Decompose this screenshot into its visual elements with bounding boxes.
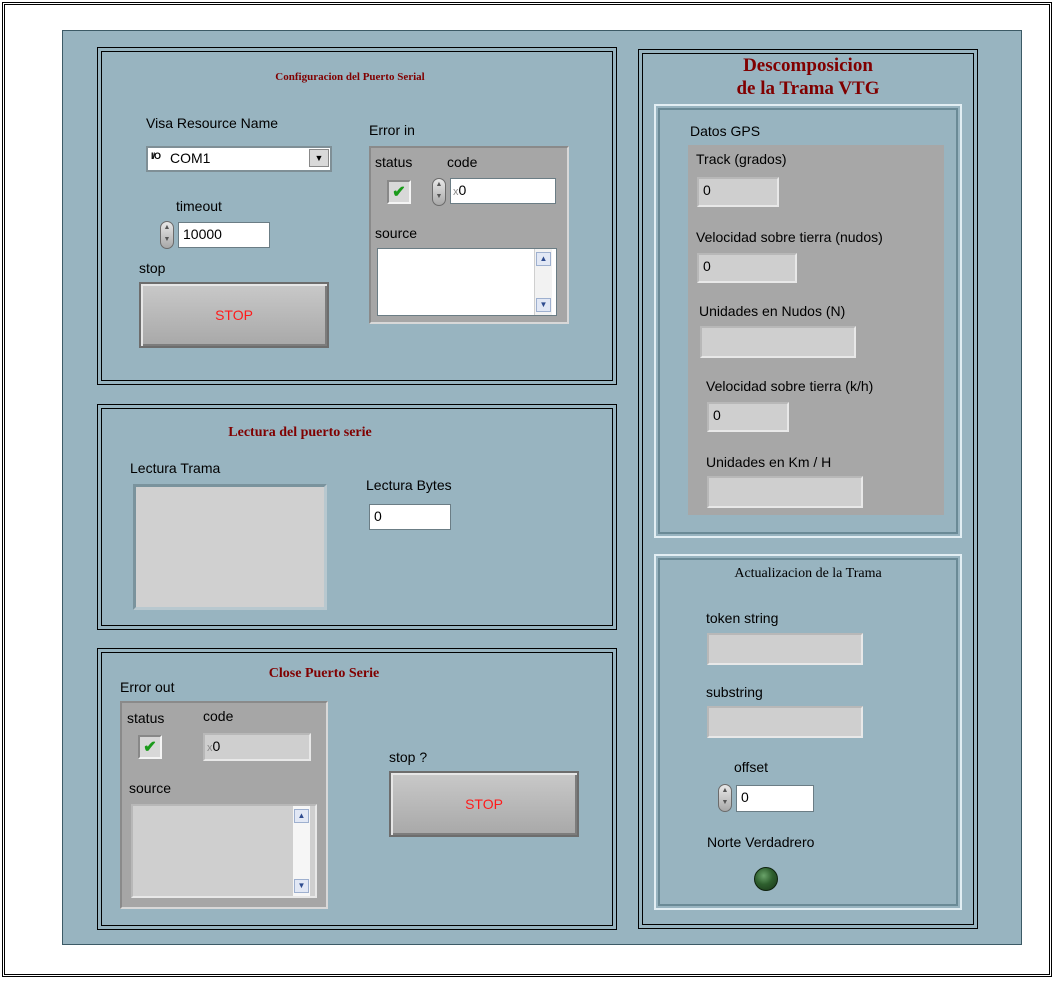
vel-kmh-label: Velocidad sobre tierra (k/h)	[706, 378, 874, 394]
descomposicion-title-line2: de la Trama VTG	[736, 78, 880, 99]
visa-resource-value: COM1	[170, 150, 211, 166]
error-in-status-label: status	[375, 154, 413, 170]
error-out-label: Error out	[120, 679, 175, 695]
error-in-scrollbar[interactable]: ▲ ▼	[534, 249, 552, 315]
lectura-trama-label: Lectura Trama	[130, 460, 221, 476]
unid-nudos-label: Unidades en Nudos (N)	[699, 303, 846, 319]
token-string-field	[707, 633, 863, 665]
timeout-input[interactable]: 10000	[178, 222, 270, 248]
error-out-code-label: code	[203, 708, 234, 724]
unid-kmh-label: Unidades en Km / H	[706, 454, 832, 470]
offset-label: offset	[734, 759, 768, 775]
vel-nudos-field: 0	[697, 253, 797, 283]
error-out-source-label: source	[129, 780, 172, 796]
unid-kmh-field	[707, 476, 863, 508]
lectura-title: Lectura del puerto serie	[228, 425, 372, 440]
descomposicion-title-line1: Descomposicion	[743, 55, 873, 76]
lectura-trama-field	[133, 484, 327, 610]
lectura-bytes-field: 0	[369, 504, 451, 530]
stop-button[interactable]: STOP	[139, 282, 329, 348]
track-label: Track (grados)	[696, 151, 787, 167]
offset-input[interactable]: 0	[736, 785, 814, 812]
unid-nudos-field	[700, 326, 856, 358]
track-field: 0	[697, 177, 779, 207]
error-in-code-input[interactable]: x0	[450, 178, 556, 204]
error-out-scrollbar[interactable]: ▲ ▼	[292, 806, 310, 896]
error-in-code-label: code	[447, 154, 478, 170]
stop-label: stop	[139, 260, 166, 276]
token-string-label: token string	[706, 610, 779, 626]
scroll-up-icon[interactable]: ▲	[294, 809, 309, 823]
timeout-stepper[interactable]: ▲ ▼	[160, 221, 174, 249]
chevron-down-icon[interactable]: ▼	[309, 149, 329, 167]
error-out-source-field	[131, 804, 317, 898]
close-stop-button[interactable]: STOP	[389, 771, 579, 837]
vel-kmh-field: 0	[707, 402, 789, 432]
norte-verdadero-label: Norte Verdadrero	[707, 834, 815, 850]
lectura-bytes-label: Lectura Bytes	[366, 477, 452, 493]
substring-label: substring	[706, 684, 763, 700]
vel-nudos-label: Velocidad sobre tierra (nudos)	[696, 229, 883, 245]
offset-stepper[interactable]: ▲ ▼	[718, 784, 732, 812]
error-out-status-check: ✔	[138, 735, 162, 759]
error-out-code-value: 0	[212, 738, 221, 754]
visa-resource-label: Visa Resource Name	[146, 115, 279, 131]
visa-resource-combo[interactable]: I/O COM1 ▼	[146, 146, 332, 172]
error-out-status-label: status	[127, 710, 165, 726]
io-icon: I/O	[151, 151, 161, 161]
error-in-source-field[interactable]	[377, 248, 557, 316]
error-in-code-value: 0	[458, 182, 467, 198]
config-title: Configuracion del Puerto Serial	[275, 71, 425, 83]
scroll-up-icon[interactable]: ▲	[536, 252, 551, 266]
scroll-down-icon[interactable]: ▼	[536, 298, 551, 312]
error-in-source-label: source	[375, 225, 418, 241]
error-in-label: Error in	[369, 122, 415, 138]
scroll-down-icon[interactable]: ▼	[294, 879, 309, 893]
actualizacion-title: Actualizacion de la Trama	[734, 566, 882, 581]
error-in-code-stepper[interactable]: ▲ ▼	[432, 178, 446, 206]
error-in-status-check: ✔	[387, 180, 411, 204]
error-out-code-field: x0	[203, 733, 311, 761]
timeout-label: timeout	[176, 198, 222, 214]
norte-verdadero-led-icon	[754, 867, 778, 891]
datos-gps-label: Datos GPS	[690, 123, 761, 139]
stop-question-label: stop ?	[389, 749, 428, 765]
close-title: Close Puerto Serie	[268, 666, 380, 681]
substring-field	[707, 706, 863, 738]
